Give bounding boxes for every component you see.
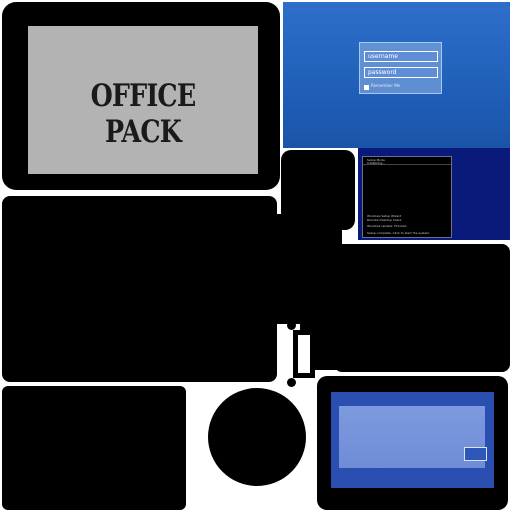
login-panel: username password Remember Me	[359, 42, 442, 94]
console-line: Remote Desktop Client	[367, 218, 402, 222]
frame-dot	[287, 321, 296, 330]
console-line: Initializing...	[367, 161, 386, 165]
remember-me-label: Remember Me	[371, 83, 401, 88]
frame-dot	[287, 378, 296, 387]
username-field[interactable]: username	[364, 51, 438, 62]
round-base	[208, 388, 306, 486]
console-window: Setup Mode Initializing... Windows Setup…	[362, 156, 452, 238]
large-frame-piece	[2, 196, 277, 382]
desktop-monitor-frame	[317, 376, 508, 510]
office-monitor-screen: OFFICE PACK	[28, 26, 258, 174]
bottom-left-frame-piece	[2, 386, 186, 510]
mini-window[interactable]	[464, 447, 487, 461]
login-screen: username password Remember Me	[283, 2, 510, 148]
desktop-area	[339, 406, 487, 468]
frame-connector-lower	[300, 300, 400, 370]
password-field[interactable]: password	[364, 67, 438, 78]
console-line: Setup complete. Click to start the syste…	[367, 231, 431, 235]
office-monitor-frame: OFFICE PACK	[2, 2, 280, 190]
frame-slot	[293, 330, 315, 378]
remember-me-checkbox[interactable]	[364, 85, 369, 90]
office-pack-title: OFFICE PACK	[90, 78, 197, 150]
console-line: Windows Update: Finished	[367, 224, 407, 228]
desktop-monitor-screen	[331, 392, 494, 488]
